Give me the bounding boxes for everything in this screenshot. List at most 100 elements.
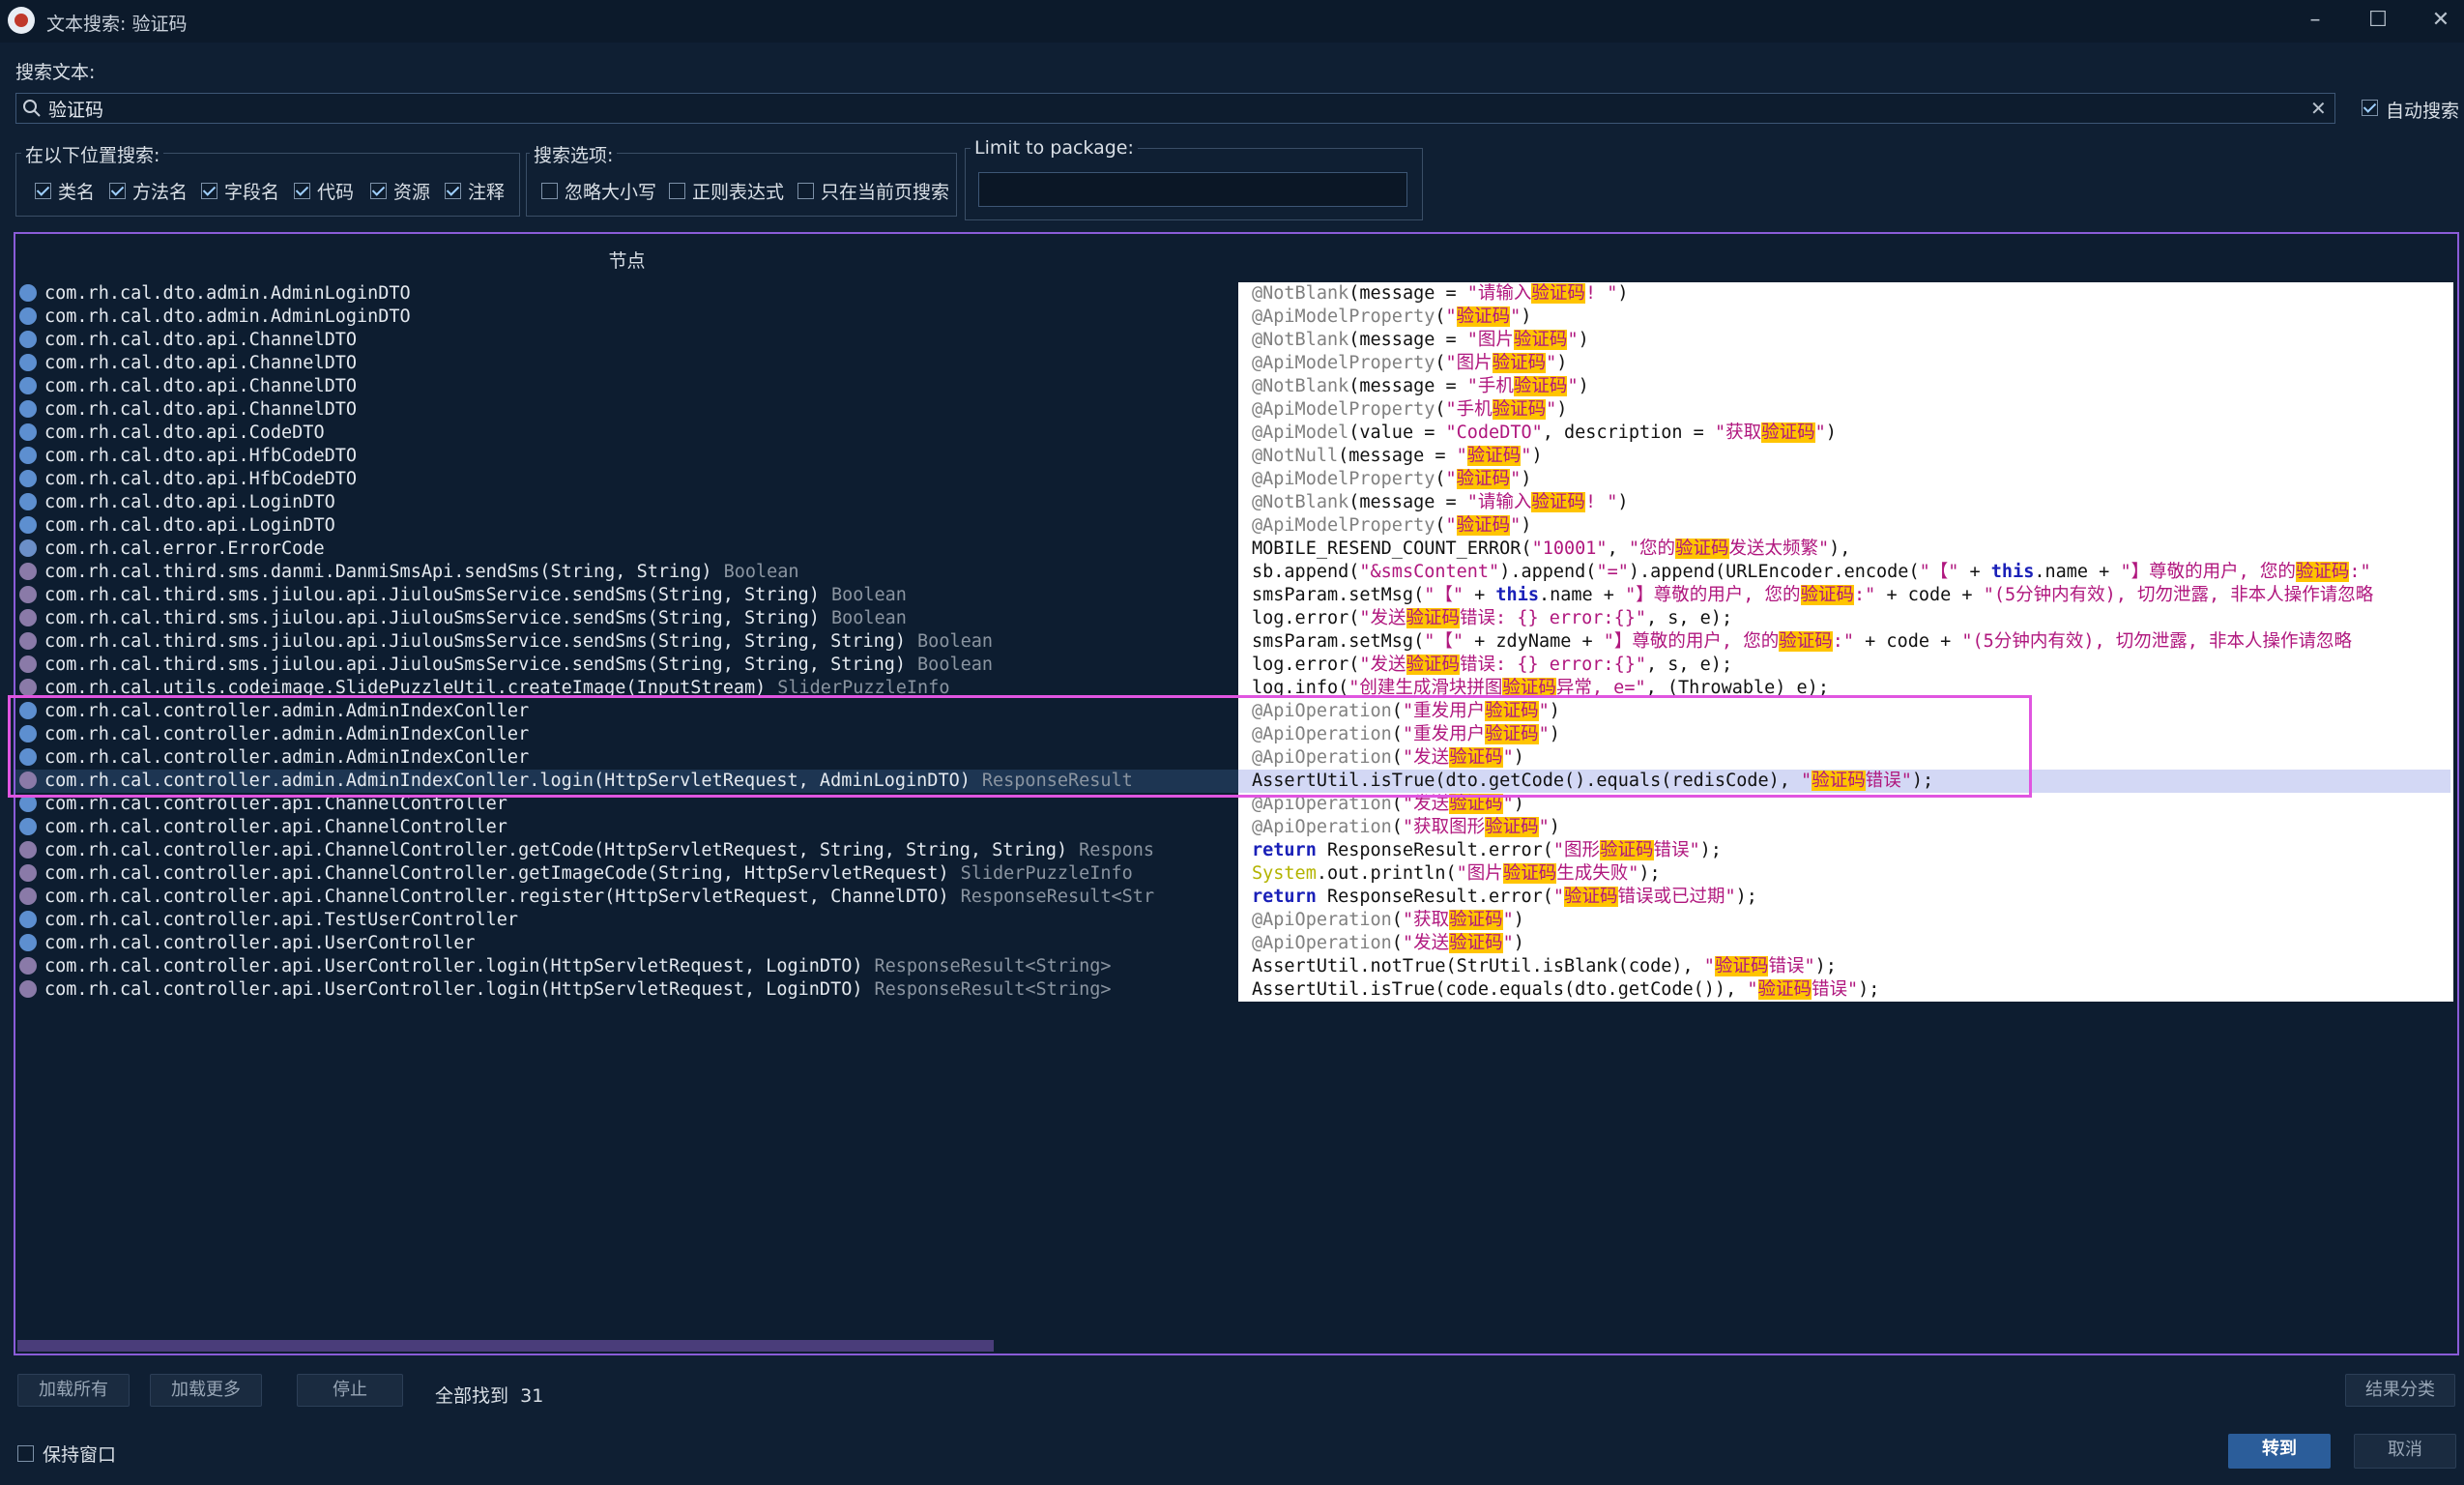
sort-results-button[interactable]: 结果分类 <box>2345 1374 2455 1407</box>
clear-search-icon[interactable]: ✕ <box>2310 97 2327 120</box>
code-token: ) <box>1578 376 1589 396</box>
code-token: ); <box>1699 840 1722 860</box>
code-token: (message = <box>1338 446 1457 466</box>
result-row[interactable]: com.rh.cal.third.sms.danmi.DanmiSmsApi.s… <box>15 561 1238 584</box>
result-row[interactable]: com.rh.cal.third.sms.jiulou.api.JiulouSm… <box>15 584 1238 607</box>
code-token: " <box>1546 399 1557 420</box>
result-row[interactable]: com.rh.cal.controller.api.UserController… <box>15 955 1238 978</box>
node-column-header[interactable]: 节点 <box>15 247 1238 273</box>
maximize-icon[interactable]: ☐ <box>2359 6 2397 35</box>
package-input[interactable] <box>978 172 1407 207</box>
code-token: "】尊敬的用户, 您的 <box>2120 562 2296 582</box>
search-in-checkbox-4[interactable] <box>370 180 387 201</box>
load-all-button[interactable]: 加载所有 <box>17 1374 130 1407</box>
search-in-checkbox-2[interactable] <box>201 180 217 201</box>
code-token: "您的 <box>1628 539 1675 559</box>
search-option-checkbox-1[interactable] <box>669 180 685 201</box>
code-token: + zdyName + <box>1464 631 1604 652</box>
result-return-type: ResponseResult<String> <box>874 979 1112 1000</box>
result-row[interactable]: com.rh.cal.error.ErrorCode <box>15 538 1238 561</box>
code-token: ).append(URLEncoder.encode( <box>1628 562 1920 582</box>
result-row[interactable]: com.rh.cal.dto.admin.AdminLoginDTO <box>15 306 1238 329</box>
code-token: @ApiModelProperty <box>1252 306 1435 327</box>
code-token: ( <box>1391 817 1403 837</box>
result-row[interactable]: com.rh.cal.dto.api.ChannelDTO <box>15 329 1238 352</box>
search-icon <box>23 100 41 117</box>
search-in-checkbox-0[interactable] <box>35 180 51 201</box>
class-icon <box>19 911 37 928</box>
search-option-checkbox-2[interactable] <box>797 180 814 201</box>
search-input[interactable] <box>48 95 2272 122</box>
result-node-text: com.rh.cal.dto.api.LoginDTO <box>44 515 335 536</box>
code-token: ) <box>1521 306 1532 327</box>
code-token: " <box>1502 910 1514 930</box>
result-row[interactable]: com.rh.cal.controller.api.ChannelControl… <box>15 862 1238 886</box>
result-row[interactable]: com.rh.cal.dto.api.LoginDTO <box>15 491 1238 514</box>
code-line: @NotBlank(message = "手机验证码") <box>1252 375 2450 398</box>
code-token: ) <box>1617 283 1629 304</box>
code-line: @NotBlank(message = "请输入验证码! ") <box>1252 491 2450 514</box>
search-in-checkbox-1[interactable] <box>109 180 126 201</box>
result-row[interactable]: com.rh.cal.dto.api.ChannelDTO <box>15 352 1238 375</box>
close-icon[interactable]: ✕ <box>2421 6 2460 35</box>
result-row[interactable]: com.rh.cal.dto.api.CodeDTO <box>15 422 1238 445</box>
cancel-button[interactable]: 取消 <box>2354 1434 2456 1469</box>
class-icon <box>19 423 37 441</box>
result-row[interactable]: com.rh.cal.controller.api.ChannelControl… <box>15 816 1238 839</box>
result-row[interactable]: com.rh.cal.controller.api.TestUserContro… <box>15 909 1238 932</box>
result-row[interactable]: com.rh.cal.controller.api.UserController… <box>15 978 1238 1002</box>
minimize-icon[interactable]: – <box>2296 6 2334 35</box>
result-row[interactable]: com.rh.cal.dto.api.HfbCodeDTO <box>15 468 1238 491</box>
code-token: (message = <box>1348 283 1467 304</box>
class-icon <box>19 400 37 418</box>
auto-search-checkbox[interactable] <box>2362 97 2378 118</box>
result-row[interactable]: com.rh.cal.third.sms.jiulou.api.JiulouSm… <box>15 607 1238 630</box>
search-option-checkbox-0[interactable] <box>541 180 558 201</box>
code-token: "图片 <box>1466 330 1514 350</box>
result-row[interactable]: com.rh.cal.third.sms.jiulou.api.JiulouSm… <box>15 630 1238 654</box>
code-token: ).append( <box>1499 562 1597 582</box>
search-in-checkbox-3[interactable] <box>294 180 310 201</box>
search-in-checkbox-5[interactable] <box>445 180 461 201</box>
code-token: MOBILE_RESEND_COUNT_ERROR( <box>1252 539 1532 559</box>
result-row[interactable]: com.rh.cal.dto.api.HfbCodeDTO <box>15 445 1238 468</box>
class-icon <box>19 470 37 487</box>
result-row[interactable]: com.rh.cal.third.sms.jiulou.api.JiulouSm… <box>15 654 1238 677</box>
result-node-text: com.rh.cal.controller.api.UserController… <box>44 956 863 976</box>
result-node-text: com.rh.cal.dto.admin.AdminLoginDTO <box>44 283 411 304</box>
code-token: return <box>1252 840 1317 860</box>
load-more-button[interactable]: 加载更多 <box>150 1374 262 1407</box>
result-row[interactable]: com.rh.cal.dto.api.LoginDTO <box>15 514 1238 538</box>
code-token: " <box>1445 306 1457 327</box>
code-token: ( <box>1391 910 1403 930</box>
stop-button[interactable]: 停止 <box>297 1374 403 1407</box>
result-row[interactable]: com.rh.cal.controller.api.ChannelControl… <box>15 886 1238 909</box>
search-in-label: 方法名 <box>132 182 188 203</box>
code-line: AssertUtil.isTrue(code.equals(dto.getCod… <box>1252 978 2450 1002</box>
method-icon <box>19 655 37 673</box>
goto-button[interactable]: 转到 <box>2228 1434 2331 1469</box>
code-token: log.error( <box>1252 655 1360 675</box>
result-return-type: Boolean <box>917 631 994 652</box>
result-row[interactable]: com.rh.cal.dto.api.ChannelDTO <box>15 398 1238 422</box>
search-option-label: 忽略大小写 <box>565 182 657 203</box>
horizontal-scrollbar[interactable] <box>17 1340 994 1352</box>
code-token: ! " <box>1584 283 1618 304</box>
result-row[interactable]: com.rh.cal.controller.api.UserController <box>15 932 1238 955</box>
result-row[interactable]: com.rh.cal.dto.admin.AdminLoginDTO <box>15 282 1238 306</box>
match-highlight: 验证码 <box>1466 446 1522 466</box>
result-row[interactable]: com.rh.cal.dto.api.ChannelDTO <box>15 375 1238 398</box>
result-row[interactable]: com.rh.cal.controller.api.ChannelControl… <box>15 839 1238 862</box>
code-token: this <box>1990 562 2035 582</box>
code-token: ) <box>1521 515 1532 536</box>
search-in-label: 代码 <box>317 182 355 203</box>
code-token: "【" <box>1424 585 1464 605</box>
code-line: smsParam.setMsg("【" + zdyName + "】尊敬的用户,… <box>1252 630 2450 654</box>
app-icon <box>8 7 35 34</box>
code-token: @NotBlank <box>1252 376 1349 396</box>
match-highlight: 验证码 <box>1502 863 1557 884</box>
keep-window-checkbox[interactable] <box>17 1442 34 1464</box>
code-token: "【" <box>1919 562 1959 582</box>
match-highlight: 验证码 <box>1492 353 1547 373</box>
result-node-text: com.rh.cal.third.sms.jiulou.api.JiulouSm… <box>44 585 820 605</box>
